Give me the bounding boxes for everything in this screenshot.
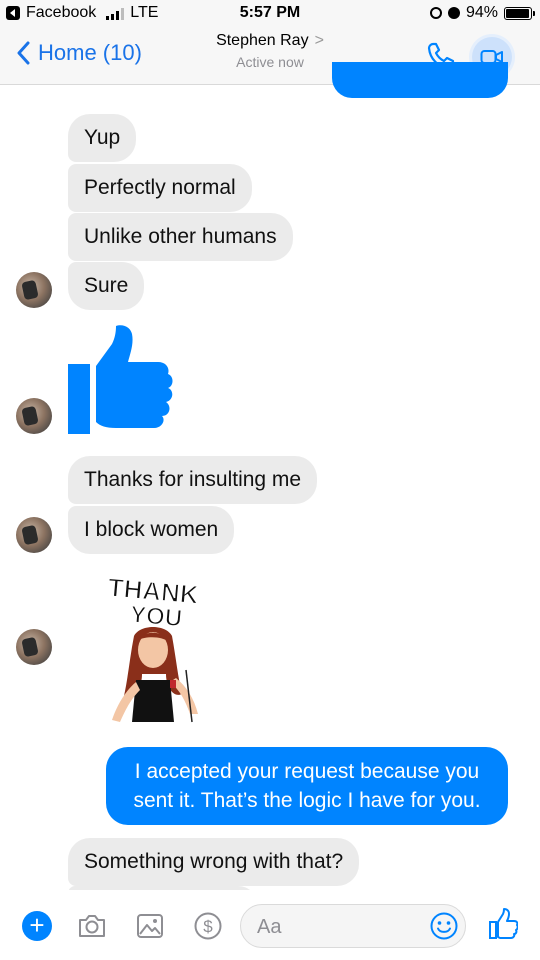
status-bar: Facebook LTE 5:57 PM 94% [0,0,540,28]
message-input-box[interactable] [240,904,466,948]
outgoing-message-partial[interactable] [332,62,508,98]
outgoing-message-bubble[interactable]: I accepted your request because you sent… [106,747,508,825]
message-input[interactable] [255,912,419,942]
svg-text:$: $ [203,917,213,936]
message-bubble[interactable]: Something wrong with that? [68,838,360,886]
message-bubble[interactable]: Yup [68,114,137,162]
contact-avatar[interactable] [16,272,52,308]
message-bubble[interactable]: I block women [68,506,235,554]
contact-avatar[interactable] [16,398,52,434]
thumbs-up-icon[interactable] [488,908,518,940]
contact-name: Stephen Ray [216,32,309,49]
contact-avatar[interactable] [16,517,52,553]
dollar-icon[interactable]: $ [192,910,224,942]
battery-percent: 94% [465,4,498,21]
contact-avatar[interactable] [16,629,52,665]
camera-icon[interactable] [76,910,108,942]
message-bubble[interactable]: Perfectly normal [68,164,252,212]
thank-you-sticker[interactable]: THANK YOU [90,574,216,726]
thumbs-up-sticker[interactable] [66,322,174,436]
plus-icon[interactable]: + [22,911,52,941]
emoji-icon[interactable] [429,911,459,941]
message-bubble[interactable]: Sure [68,262,145,310]
chevron-right-icon: > [314,32,324,49]
composer-bar: + $ [0,890,540,960]
status-right: 94% [429,4,535,22]
message-bubble[interactable]: Thanks for insulting me [68,456,318,504]
image-icon[interactable] [134,910,166,942]
battery-icon [504,6,535,20]
contact-name-row: Stephen Ray > [0,32,540,50]
rotation-lock-icon [429,7,442,19]
alarm-icon [447,7,460,19]
message-bubble[interactable]: Unlike other humans [68,213,293,261]
